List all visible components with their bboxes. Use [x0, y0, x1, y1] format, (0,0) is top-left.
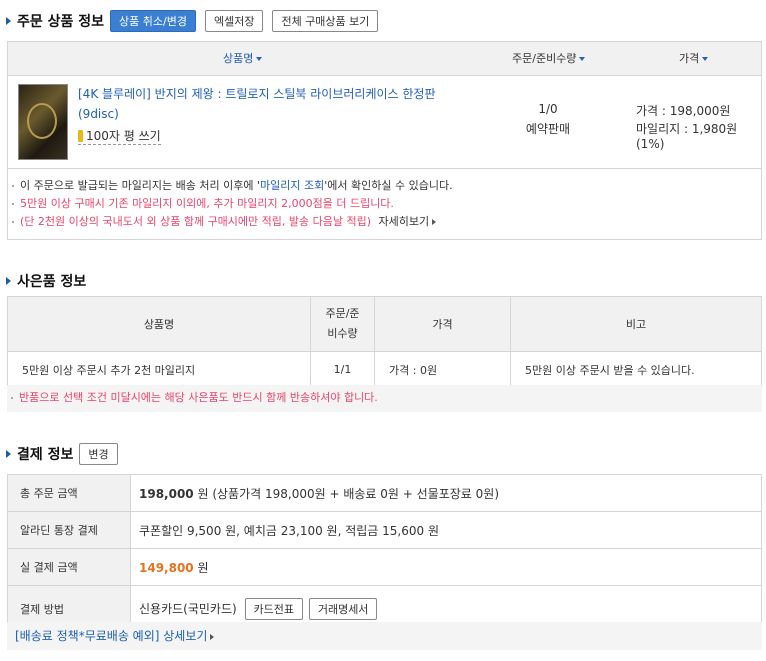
sort-icon: [702, 57, 709, 61]
gift-row: 5만원 이상 주문시 추가 2천 마일리지 1/1 가격 : 0원 5만원 이상…: [7, 351, 762, 388]
gift-qty: 1/1: [310, 351, 375, 388]
arrow-right-icon: [432, 219, 437, 225]
sort-icon: [256, 57, 263, 61]
product-title-link[interactable]: [4K 블루레이] 반지의 제왕 : 트릴로지 스틸북 라이브러리케이스 한정판…: [78, 84, 448, 124]
order-section-header: 주문 상품 정보 상품 취소/변경 엑셀저장 전체 구매상품 보기: [6, 10, 379, 32]
gift-warning: 반품으로 선택 조건 미달시에는 해당 사은품도 반드시 함께 반송하셔야 합니…: [7, 385, 762, 412]
sort-icon: [579, 57, 586, 61]
order-notes: 이 주문으로 발급되는 마일리지는 배송 처리 이후에 '마일리지 조회'에서 …: [8, 177, 453, 231]
gift-qty-header: 주문/준비수량: [310, 296, 375, 352]
payment-section-header: 결제 정보 변경: [6, 443, 118, 465]
bonus-mileage-note: 5만원 이상 구매시 기존 마일리지 이외에, 추가 마일리지 2,000점을 …: [12, 195, 453, 213]
write-review-link[interactable]: 100자 평 쓰기: [78, 127, 161, 145]
total-amount-row: 총 주문 금액 198,000 원 (상품가격 198,000원 + 배송료 0…: [7, 474, 762, 512]
item-status: 예약판매: [525, 122, 571, 136]
gift-note: 5만원 이상 주문시 받을 수 있습니다.: [510, 351, 762, 388]
account-payment-label: 알라딘 통장 결제: [7, 511, 131, 549]
card-slip-button[interactable]: 카드전표: [244, 598, 303, 620]
mileage-lookup-link[interactable]: 마일리지 조회: [260, 179, 324, 192]
order-section-title: 주문 상품 정보: [17, 14, 105, 30]
payment-change-button[interactable]: 변경: [79, 443, 118, 465]
view-all-purchases-button[interactable]: 전체 구매상품 보기: [272, 10, 379, 32]
product-thumbnail[interactable]: [18, 84, 68, 160]
gift-price: 가격 : 0원: [374, 351, 511, 388]
order-table: 상품명 주문/준비수량 가격 [4K 블루레이] 반지의 제왕 : 트릴로지 스…: [7, 41, 762, 240]
gift-product-header: 상품명: [7, 296, 311, 352]
section-bullet-icon: [6, 450, 11, 458]
order-table-header: 상품명 주문/준비수량 가격: [8, 42, 761, 76]
item-qty: 1/0: [538, 102, 558, 116]
excel-save-button[interactable]: 엑셀저장: [204, 10, 264, 32]
payment-table: 총 주문 금액 198,000 원 (상품가격 198,000원 + 배송료 0…: [7, 474, 762, 633]
gift-section-title: 사은품 정보: [17, 274, 87, 290]
arrow-right-icon: [210, 633, 215, 640]
total-amount-label: 총 주문 금액: [7, 474, 131, 512]
item-price: 가격 : 198,000원: [636, 104, 731, 118]
section-bullet-icon: [6, 277, 11, 285]
account-payment-value: 쿠폰할인 9,500 원, 예치금 23,100 원, 적립금 15,600 원: [130, 511, 762, 549]
qty-header[interactable]: 주문/준비수량: [512, 42, 586, 75]
actual-payment-label: 실 결제 금액: [7, 548, 131, 586]
gift-table-header: 상품명 주문/준비수량 가격 비고: [7, 296, 762, 352]
bonus-condition-note: (단 2천원 이상의 국내도서 외 상품 함께 구매시에만 적립, 발송 다음날…: [12, 213, 453, 231]
shipping-policy-link[interactable]: [배송료 정책*무료배송 예외] 상세보기: [15, 629, 215, 643]
details-link[interactable]: 자세히보기: [379, 215, 437, 228]
gift-table: 상품명 주문/준비수량 가격 비고 5만원 이상 주문시 추가 2천 마일리지 …: [7, 296, 762, 388]
account-payment-row: 알라딘 통장 결제 쿠폰할인 9,500 원, 예치금 23,100 원, 적립…: [7, 511, 762, 549]
actual-payment-value: 149,800 원: [130, 548, 762, 586]
gift-product: 5만원 이상 주문시 추가 2천 마일리지: [7, 351, 311, 388]
pencil-icon: [78, 129, 83, 142]
gift-note-header: 비고: [510, 296, 762, 352]
section-bullet-icon: [6, 17, 11, 25]
gift-section-header: 사은품 정보: [6, 271, 86, 291]
mileage-note: 이 주문으로 발급되는 마일리지는 배송 처리 이후에 '마일리지 조회'에서 …: [12, 177, 453, 195]
product-name-header[interactable]: 상품명: [223, 42, 263, 75]
order-item-row: [4K 블루레이] 반지의 제왕 : 트릴로지 스틸북 라이브러리케이스 한정판…: [8, 76, 761, 169]
payment-section-title: 결제 정보: [17, 447, 74, 463]
gift-price-header: 가격: [374, 296, 511, 352]
shipping-policy-footer: [배송료 정책*무료배송 예외] 상세보기: [7, 622, 762, 650]
total-amount-value: 198,000 원 (상품가격 198,000원 + 배송료 0원 + 선물포장…: [130, 474, 762, 512]
transaction-statement-button[interactable]: 거래명세서: [308, 598, 378, 620]
price-header[interactable]: 가격: [679, 42, 709, 75]
actual-payment-row: 실 결제 금액 149,800 원: [7, 548, 762, 586]
item-mileage: 마일리지 : 1,980원 (1%): [636, 122, 738, 151]
cancel-change-button[interactable]: 상품 취소/변경: [110, 10, 196, 32]
